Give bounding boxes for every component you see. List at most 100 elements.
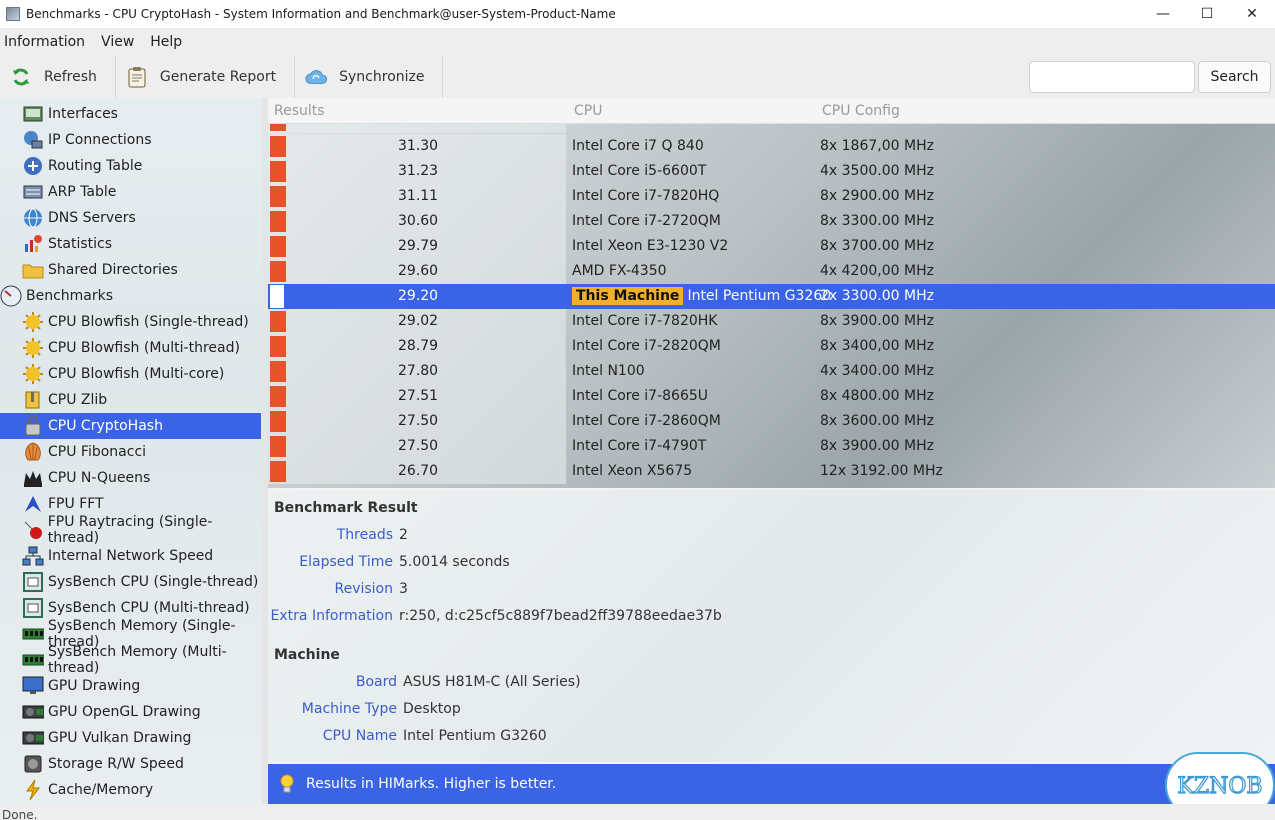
sidebar-item-cpu-fibonacci[interactable]: CPU Fibonacci: [0, 439, 261, 465]
sidebar-tree[interactable]: Interfaces IP Connections Routing Table ARP…: [0, 98, 262, 804]
sidebar-item-dns-servers[interactable]: DNS Servers: [0, 205, 261, 231]
menu-help[interactable]: Help: [146, 34, 186, 50]
sidebar-item-label: CPU Blowfish (Multi-core): [48, 366, 225, 382]
network-interfaces-icon: [22, 103, 44, 125]
info-text: Results in HIMarks. Higher is better.: [306, 776, 557, 792]
table-row[interactable]: 29.60 AMD FX-4350 4x 4200,00 MHz: [268, 259, 1275, 284]
sidebar-item-cpu-n-queens[interactable]: CPU N-Queens: [0, 465, 261, 491]
table-row[interactable]: 27.80 Intel N100 4x 3400.00 MHz: [268, 359, 1275, 384]
search-input[interactable]: [1029, 61, 1195, 93]
sidebar-item-label: SysBench Memory (Multi-thread): [48, 644, 227, 676]
clipboard-icon: [126, 66, 148, 88]
detail-key: Revision: [334, 581, 393, 597]
table-row[interactable]: 27.50 Intel Core i7-4790T 8x 3900.00 MHz: [268, 434, 1275, 459]
result-score: 31.30: [398, 138, 439, 154]
menu-information[interactable]: Information: [0, 34, 89, 50]
gpu-card-icon: [22, 701, 44, 723]
table-row[interactable]: 27.51 Intel Core i7-8665U 8x 4800.00 MHz: [268, 384, 1275, 409]
sidebar-item-label: Cache/Memory: [48, 782, 154, 798]
sidebar-item-statistics[interactable]: Statistics: [0, 231, 261, 257]
close-button[interactable]: ✕: [1229, 0, 1275, 28]
lightbulb-icon: [276, 773, 298, 795]
sidebar-item-sysbench-cpu-single-thread[interactable]: SysBench CPU (Single-thread): [0, 569, 261, 595]
sidebar-item-internal-network-speed[interactable]: Internal Network Speed: [0, 543, 261, 569]
table-row[interactable]: 31.35 Intel Core i5-2310 4x 3200.00 MHz: [268, 124, 1275, 133]
detail-value: ASUS H81M-C (All Series): [403, 674, 581, 690]
cpu-cell: Intel Core i7-7820HK: [572, 313, 717, 329]
sidebar-item-cpu-zlib[interactable]: CPU Zlib: [0, 387, 261, 413]
detail-key: Machine Type: [301, 701, 397, 717]
maximize-button[interactable]: ☐: [1184, 0, 1230, 28]
column-cpu-config[interactable]: CPU Config: [822, 103, 900, 119]
synchronize-button[interactable]: Synchronize: [295, 56, 444, 98]
cpu-cell: Intel Core i7-2820QM: [572, 338, 721, 354]
column-results[interactable]: Results: [274, 103, 325, 119]
cpu-name: Intel N100: [572, 363, 645, 379]
detail-key: Threads: [336, 527, 393, 543]
minimize-button[interactable]: —: [1140, 0, 1186, 28]
cpu-cell: Intel N100: [572, 363, 645, 379]
cpu-config-cell: 4x 3200.00 MHz: [820, 124, 934, 128]
table-row[interactable]: 30.60 Intel Core i7-2720QM 8x 3300.00 MHz: [268, 209, 1275, 234]
table-row[interactable]: 29.02 Intel Core i7-7820HK 8x 3900.00 MHz: [268, 309, 1275, 334]
cpu-chip-icon: [22, 597, 44, 619]
shell-icon: [22, 441, 44, 463]
sidebar-item-sysbench-memory-multi-thread[interactable]: SysBench Memory (Multi-thread): [0, 644, 261, 676]
result-bar: [270, 386, 286, 407]
cpu-name: Intel Core i7 Q 840: [572, 138, 704, 154]
sidebar-item-storage-r-w-speed[interactable]: Storage R/W Speed: [0, 751, 261, 777]
statistics-icon: [22, 233, 44, 255]
sidebar-item-gpu-vulkan-drawing[interactable]: GPU Vulkan Drawing: [0, 725, 261, 751]
cpu-cell: Intel Core i7-8665U: [572, 388, 708, 404]
cpu-cell: Intel Core i7-2860QM: [572, 413, 721, 429]
table-row[interactable]: 31.30 Intel Core i7 Q 840 8x 1867,00 MHz: [268, 134, 1275, 159]
sidebar-item-cache-memory[interactable]: Cache/Memory: [0, 777, 261, 803]
folder-icon: [22, 259, 44, 281]
cpu-config-cell: 8x 3700.00 MHz: [820, 238, 934, 254]
table-row-this-machine[interactable]: 29.20 This Machine Intel Pentium G3260 2x 3…: [268, 284, 1275, 309]
cpu-name: Intel Core i7-2720QM: [572, 213, 721, 229]
menu-view[interactable]: View: [97, 34, 138, 50]
sidebar-item-ip-connections[interactable]: IP Connections: [0, 127, 261, 153]
cpu-cell: AMD FX-4350: [572, 263, 667, 279]
result-score: 26.70: [398, 463, 439, 479]
cpu-config-cell: 2x 3300.00 MHz: [820, 288, 934, 304]
sidebar-item-cpu-blowfish-multi-thread[interactable]: CPU Blowfish (Multi-thread): [0, 335, 261, 361]
table-row[interactable]: 31.23 Intel Core i5-6600T 4x 3500.00 MHz: [268, 159, 1275, 184]
ip-connections-icon: [22, 129, 44, 151]
table-row[interactable]: 29.79 Intel Xeon E3-1230 V2 8x 3700.00 MHz: [268, 234, 1275, 259]
table-row[interactable]: 27.50 Intel Core i7-2860QM 8x 3600.00 MHz: [268, 409, 1275, 434]
table-row[interactable]: 28.79 Intel Core i7-2820QM 8x 3400,00 MHz: [268, 334, 1275, 359]
sidebar-item-interfaces[interactable]: Interfaces: [0, 101, 261, 127]
app-icon: [6, 7, 20, 21]
sidebar-item-fpu-raytracing-single-thread[interactable]: FPU Raytracing (Single-thread): [0, 514, 261, 546]
result-score: 28.79: [398, 338, 439, 354]
sidebar-item-cpu-cryptohash[interactable]: CPU CryptoHash: [0, 413, 261, 439]
sidebar-item-routing-table[interactable]: Routing Table: [0, 153, 261, 179]
sidebar-item-shared-directories[interactable]: Shared Directories: [0, 257, 261, 283]
sidebar-item-label: Storage R/W Speed: [48, 756, 184, 772]
sidebar-item-gpu-drawing[interactable]: GPU Drawing: [0, 673, 261, 699]
refresh-button[interactable]: Refresh: [0, 56, 116, 98]
sidebar-item-label: SysBench CPU (Multi-thread): [48, 600, 250, 616]
results-table[interactable]: Results CPU CPU Config 31.35 Intel Core i…: [268, 98, 1275, 488]
result-bar: [270, 186, 286, 207]
generate-report-button[interactable]: Generate Report: [116, 56, 296, 98]
column-cpu[interactable]: CPU: [574, 103, 602, 119]
cpu-cell: Intel Core i7 Q 840: [572, 138, 704, 154]
sidebar-item-cpu-blowfish-single-thread[interactable]: CPU Blowfish (Single-thread): [0, 309, 261, 335]
sidebar-item-gpu-opengl-drawing[interactable]: GPU OpenGL Drawing: [0, 699, 261, 725]
table-row[interactable]: 31.11 Intel Core i7-7820HQ 8x 2900.00 MHz: [268, 184, 1275, 209]
result-bar: [270, 411, 286, 432]
svg-text:KZNOB: KZNOB: [1177, 774, 1262, 799]
cpu-cell: Intel Core i7-7820HQ: [572, 188, 719, 204]
sidebar-item-benchmarks[interactable]: Benchmarks: [0, 283, 261, 309]
sidebar-item-cpu-blowfish-multi-core[interactable]: CPU Blowfish (Multi-core): [0, 361, 261, 387]
table-row[interactable]: 26.70 Intel Xeon X5675 12x 3192.00 MHz: [268, 459, 1275, 484]
sidebar-item-arp-table[interactable]: ARP Table: [0, 179, 261, 205]
cpu-name: Intel Core i7-2820QM: [572, 338, 721, 354]
monitor-icon: [22, 675, 44, 697]
title-bar: Benchmarks - CPU CryptoHash - System Inf…: [0, 0, 1275, 28]
search-button[interactable]: Search: [1198, 61, 1271, 93]
cpu-cell: Intel Xeon X5675: [572, 463, 692, 479]
